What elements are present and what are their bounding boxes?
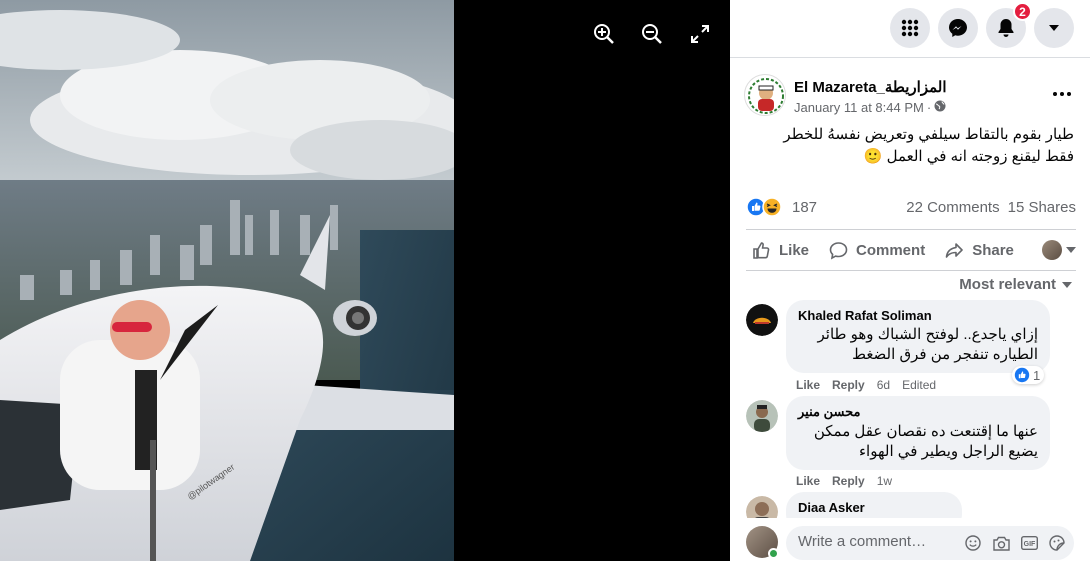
comment-composer: GIF [744, 524, 1084, 560]
comment-bubble: Diaa Asker [786, 492, 962, 518]
more-options-icon[interactable] [1048, 82, 1076, 106]
comment-author[interactable]: محسن منير [798, 404, 1038, 420]
meta-separator: · [926, 100, 932, 115]
sticker-icon[interactable] [1048, 534, 1066, 552]
engagement-counts: 22 Comments 15 Shares [906, 199, 1076, 216]
chevron-down-icon [1062, 281, 1072, 288]
online-status-dot [768, 548, 779, 559]
zoom-out-icon[interactable] [638, 20, 666, 48]
react-as-selector[interactable] [1042, 240, 1076, 260]
bell-icon[interactable]: 2 [986, 2, 1032, 48]
haha-reaction-icon [762, 197, 782, 217]
zoom-in-icon[interactable] [590, 20, 618, 48]
share-icon [945, 242, 963, 258]
chevron-down-icon [1066, 247, 1076, 253]
comments-count[interactable]: 22 Comments [906, 199, 999, 216]
comment-actions: Like Reply 6d Edited [796, 378, 936, 392]
comment-button[interactable]: Comment [819, 241, 935, 260]
sort-label: Most relevant [959, 276, 1056, 293]
reaction-icons[interactable] [746, 197, 782, 217]
comment-like-button[interactable]: Like [796, 378, 820, 392]
photo-illustration: @pilotwagner [0, 0, 454, 561]
fullscreen-icon[interactable] [686, 20, 714, 48]
comment-text: عنها ما إقتنعت ده نقصان عقل ممكن [813, 423, 1038, 440]
comment-text: إزاي ياجدع.. لوفتح الشباك وهو طائر [817, 326, 1038, 343]
share-label: Share [972, 241, 1014, 259]
comment-author[interactable]: Diaa Asker [798, 500, 950, 515]
comment-actions: Like Reply 1w [796, 474, 892, 488]
photo-viewer: @pilotwagner [0, 0, 730, 561]
comment-label: Comment [856, 241, 926, 259]
avatar[interactable] [746, 304, 778, 336]
comment-bubble: محسن منير عنها ما إقتنعت ده نقصان عقل مم… [786, 396, 1050, 470]
grid-menu-icon[interactable] [890, 8, 930, 48]
comment-reply-button[interactable]: Reply [832, 474, 865, 488]
avatar[interactable] [746, 496, 778, 518]
sort-comments-dropdown[interactable]: Most relevant [959, 276, 1072, 293]
reactions-bar: 187 22 Comments 15 Shares [746, 196, 1076, 218]
comment-reaction-chip[interactable]: 1 [1012, 366, 1045, 384]
comment-text: الطياره تنفجر من فرق الضغط [852, 346, 1038, 363]
comment-like-count: 1 [1033, 367, 1041, 383]
comment-time[interactable]: 6d [877, 378, 890, 392]
page-avatar[interactable] [744, 74, 786, 116]
comment-input[interactable] [798, 533, 948, 550]
post-time[interactable]: January 11 at 8:44 PM [794, 100, 924, 115]
post-text-line: فقط ليقنع زوجته انه في العمل 🙂 [863, 148, 1074, 165]
post-text-line: طيار بقوم بالتقاط سيلفي وتعريض نفسهُ للخ… [783, 126, 1074, 143]
thumbs-up-icon [753, 241, 770, 259]
comment-bubble: Khaled Rafat Soliman إزاي ياجدع.. لوفتح … [786, 300, 1050, 373]
post-header: El Mazareta_المزاريطة January 11 at 8:44… [744, 72, 1080, 120]
composer-icons: GIF [964, 534, 1066, 552]
post-meta: January 11 at 8:44 PM · [794, 100, 946, 115]
gif-icon[interactable]: GIF [1020, 534, 1038, 552]
share-button[interactable]: Share [935, 241, 1024, 260]
globe-icon [934, 100, 946, 115]
reaction-count[interactable]: 187 [792, 199, 817, 216]
emoji-icon[interactable] [964, 534, 982, 552]
comment-text: يضيع الراجل ويطير في الهواء [859, 443, 1038, 460]
camera-icon[interactable] [992, 534, 1010, 552]
like-reaction-icon [1014, 367, 1030, 383]
comment-icon [829, 241, 848, 259]
comment-time[interactable]: 1w [877, 474, 892, 488]
post-actions: Like Comment Share [746, 229, 1076, 271]
post-panel: 2 El Mazareta_المزاريطة January 11 at 8:… [730, 0, 1090, 561]
caret-down-icon[interactable] [1034, 8, 1074, 48]
comment-edited[interactable]: Edited [902, 378, 936, 392]
like-label: Like [779, 241, 810, 259]
comments-list: Khaled Rafat Soliman إزاي ياجدع.. لوفتح … [744, 300, 1084, 518]
svg-text:GIF: GIF [1023, 541, 1035, 548]
comment-author[interactable]: Khaled Rafat Soliman [798, 308, 1038, 323]
messenger-icon[interactable] [938, 8, 978, 48]
comment-like-button[interactable]: Like [796, 474, 820, 488]
comment-input-box[interactable]: GIF [786, 526, 1074, 560]
top-bar: 2 [730, 0, 1090, 58]
shares-count[interactable]: 15 Shares [1008, 199, 1076, 216]
avatar[interactable] [746, 400, 778, 432]
like-button[interactable]: Like [746, 241, 819, 260]
page-name[interactable]: El Mazareta_المزاريطة [794, 78, 947, 96]
avatar [1042, 240, 1062, 260]
comment-reply-button[interactable]: Reply [832, 378, 865, 392]
post-text: طيار بقوم بالتقاط سيلفي وتعريض نفسهُ للخ… [744, 124, 1074, 168]
notifications-badge: 2 [1013, 2, 1032, 21]
viewer-toolbar [590, 20, 714, 48]
post-photo[interactable]: @pilotwagner [0, 0, 454, 561]
